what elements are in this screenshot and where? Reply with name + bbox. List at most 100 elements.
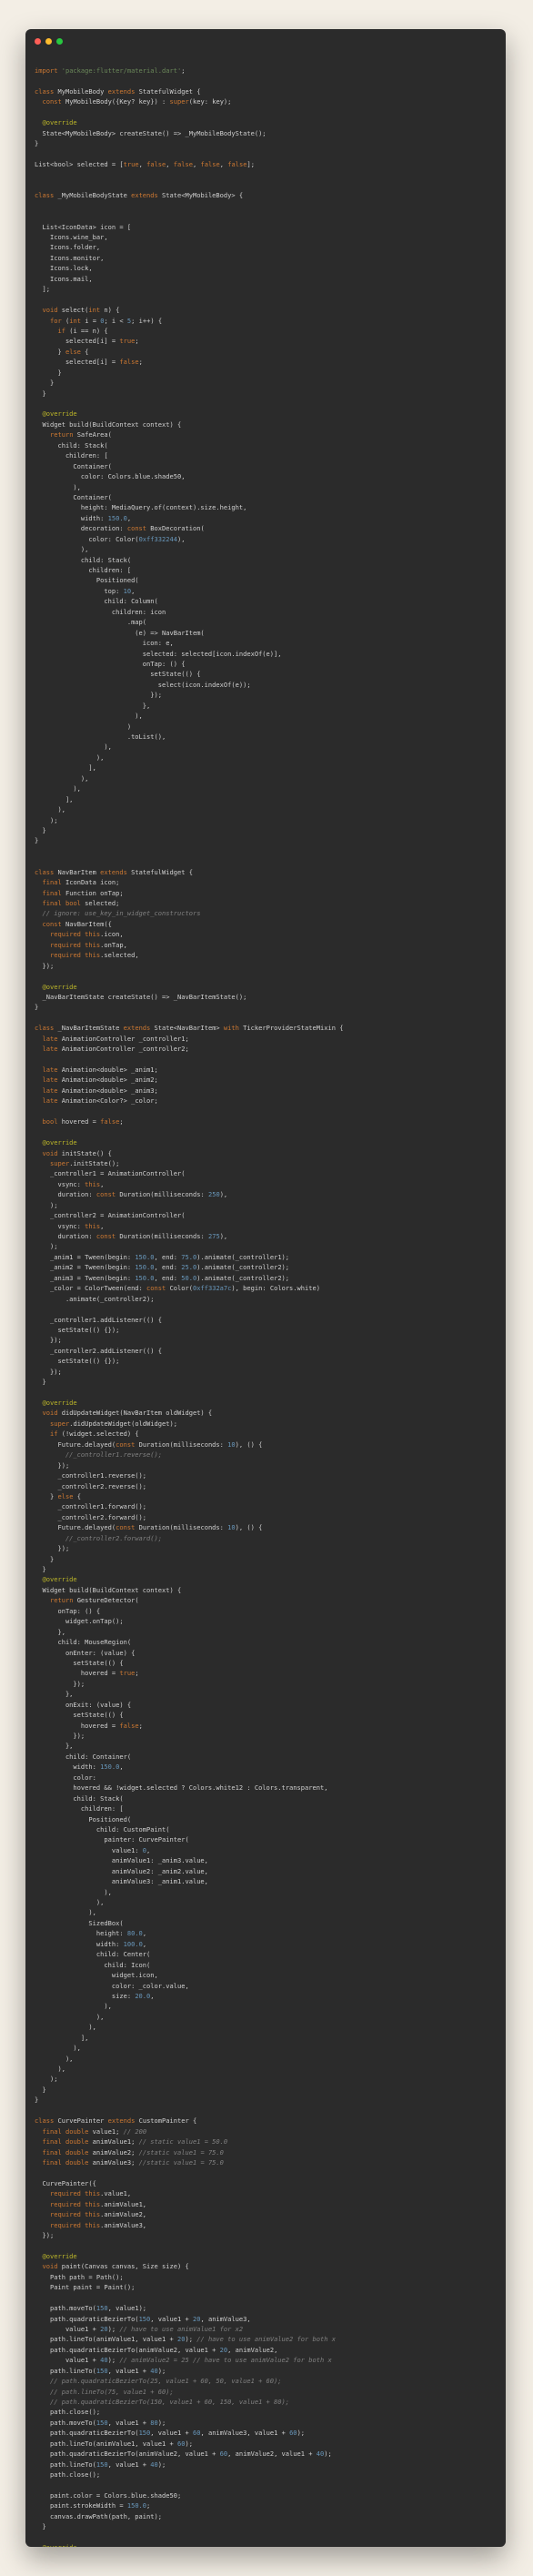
code-token: return xyxy=(49,430,77,439)
code-line: ); xyxy=(35,1241,497,1251)
code-token: children: [ xyxy=(35,1804,124,1813)
code-token: ); xyxy=(297,2429,306,2438)
code-line: } xyxy=(35,2095,497,2105)
code-line: ), xyxy=(35,2001,497,2011)
code-line: children: [ xyxy=(35,450,497,460)
code-token: 150 xyxy=(96,2418,108,2427)
code-token: (e) => NavBarItem( xyxy=(35,628,205,637)
code-line: Icons.wine_bar, xyxy=(35,232,497,242)
code-token: false xyxy=(227,159,247,168)
code-token: .initState(); xyxy=(69,1158,120,1167)
code-token: ).animate(_controller1); xyxy=(196,1252,290,1261)
close-dot[interactable] xyxy=(35,37,41,45)
code-line: required this.icon, xyxy=(35,929,497,939)
code-token: else xyxy=(65,347,85,356)
code-token: // path.quadraticBezierTo(150, value1 + … xyxy=(35,2398,290,2406)
code-token: required this xyxy=(49,2189,101,2198)
code-line: child: Stack( xyxy=(35,555,497,565)
code-line: final bool selected; xyxy=(35,898,497,908)
code-token: const xyxy=(116,1440,139,1449)
code-token: ); xyxy=(107,2356,120,2365)
code-line: ], xyxy=(35,763,497,773)
code-token: }); xyxy=(35,961,55,970)
code-line: }); xyxy=(35,1679,497,1689)
code-token: ), xyxy=(35,2054,74,2063)
code-token: ); xyxy=(185,2335,197,2344)
code-token: }); xyxy=(35,2231,55,2239)
code-line: } else { xyxy=(35,1491,497,1501)
code-line: ), xyxy=(35,1887,497,1897)
code-token: void xyxy=(35,2262,62,2271)
code-token: } xyxy=(35,2522,46,2531)
code-token: .value1, xyxy=(100,2189,132,2198)
code-token: return xyxy=(49,1596,77,1605)
minimize-dot[interactable] xyxy=(45,37,52,45)
code-token: hovered && !widget.selected ? Colors.whi… xyxy=(35,1783,328,1793)
code-line: } xyxy=(35,825,497,835)
code-token: onEnter: (value) { xyxy=(35,1648,136,1657)
code-token: const xyxy=(146,1284,170,1293)
code-token: animValue1: _anim3.value, xyxy=(35,1856,208,1865)
code-line: ]; xyxy=(35,284,497,294)
code-token: class xyxy=(35,191,58,200)
code-token: MyMobileBody({Key? key}) : xyxy=(65,97,170,106)
maximize-dot[interactable] xyxy=(56,37,63,45)
code-line: class _NavBarItemState extends State<Nav… xyxy=(35,1023,497,1033)
code-token: 40 xyxy=(316,2450,325,2459)
code-token: final double xyxy=(42,2157,93,2167)
code-line: setState(() {}); xyxy=(35,1325,497,1335)
code-token: 10 xyxy=(123,586,132,595)
code-line: .toList(), xyxy=(35,732,497,742)
code-token: Duration(milliseconds: xyxy=(138,1523,228,1532)
code-token: Icons.lock, xyxy=(35,264,93,273)
code-token: ; xyxy=(181,66,186,75)
code-token: .map( xyxy=(35,618,147,627)
code-token: ; xyxy=(138,358,143,367)
code-token: 0xff332244 xyxy=(138,534,177,543)
code-line: late Animation<double> _anim1; xyxy=(35,1065,497,1075)
code-token: StatefulWidget { xyxy=(138,86,201,96)
code-token: 60 xyxy=(289,2429,297,2438)
code-line: }); xyxy=(35,1367,497,1377)
code-token: ), xyxy=(35,1908,96,1917)
code-line: path.quadraticBezierTo(animValue2, value… xyxy=(35,2449,497,2459)
code-line: @override xyxy=(35,2542,497,2547)
code-line: Container( xyxy=(35,492,497,502)
code-token: width: xyxy=(35,1939,124,1948)
code-line: child: Stack( xyxy=(35,1793,497,1803)
code-line: .map( xyxy=(35,617,497,627)
code-token: ), xyxy=(35,784,81,793)
code-token: 150.0 xyxy=(135,1252,155,1261)
code-line: late Animation<Color?> _color; xyxy=(35,1096,497,1106)
code-token: Icons.wine_bar, xyxy=(35,233,108,241)
code-token: late xyxy=(42,1096,62,1106)
code-token: ), xyxy=(35,2023,96,2032)
code-token: value1: xyxy=(35,1845,143,1854)
code-token: ); xyxy=(35,1200,58,1209)
code-token: ); xyxy=(157,2460,166,2469)
code-token: const xyxy=(96,1190,120,1199)
code-token: ); xyxy=(324,2450,332,2459)
code-line: CurvePainter({ xyxy=(35,2178,497,2188)
code-token: _anim2 = Tween(begin: xyxy=(35,1263,136,1272)
code-line: ), xyxy=(35,804,497,814)
code-token: } xyxy=(35,2085,46,2094)
code-token: selected; xyxy=(85,899,120,907)
code-token: 'package:flutter/material.dart' xyxy=(61,66,182,75)
code-token: Positioned( xyxy=(35,1814,132,1823)
code-line: } else { xyxy=(35,347,497,357)
code-token: ), xyxy=(35,2002,112,2011)
code-line: _anim2 = Tween(begin: 150.0, end: 25.0).… xyxy=(35,1262,497,1272)
code-line: children: [ xyxy=(35,565,497,575)
code-line: children: icon xyxy=(35,607,497,617)
code-token: this xyxy=(85,1179,101,1188)
code-line: }, xyxy=(35,701,497,711)
code-token: 10 xyxy=(227,1523,236,1532)
